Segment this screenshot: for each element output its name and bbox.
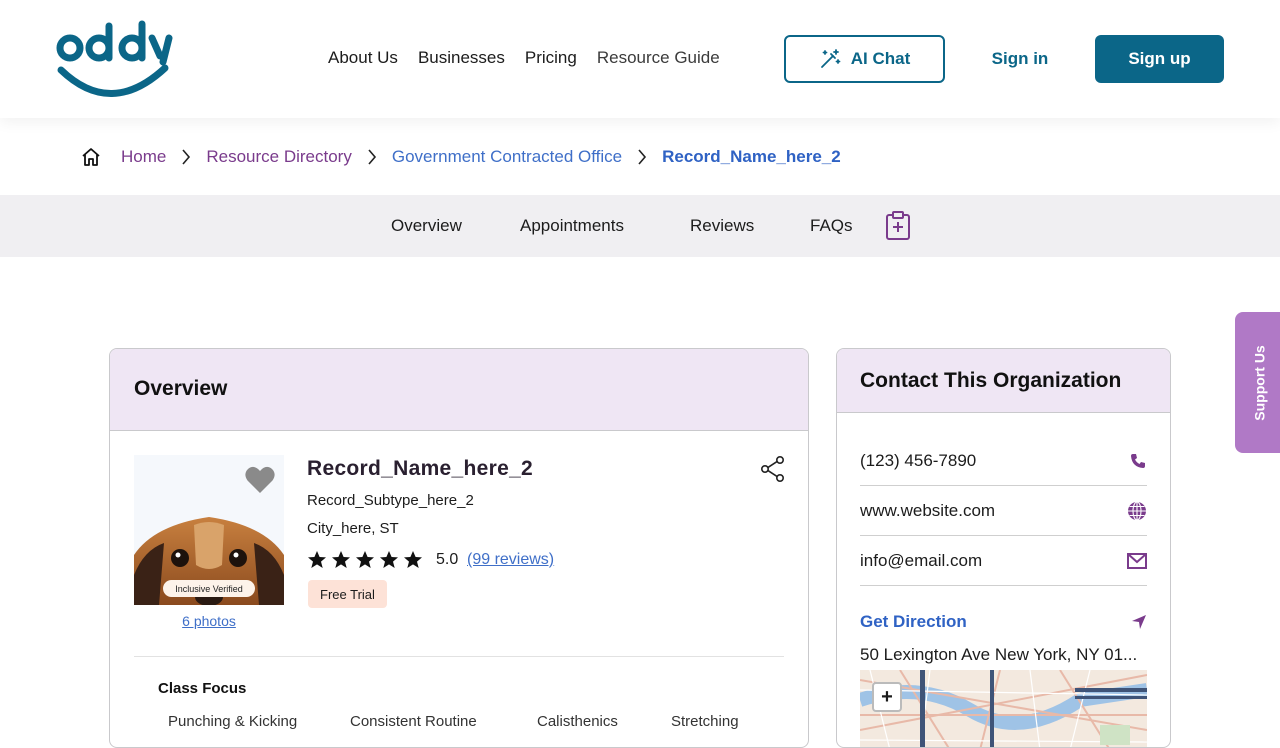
oddy-logo[interactable] <box>55 18 173 100</box>
star-icon <box>356 551 374 568</box>
reviews-link[interactable]: (99 reviews) <box>467 551 554 569</box>
contact-heading: Contact This Organization <box>837 349 1170 413</box>
globe-icon <box>1128 500 1146 521</box>
chevron-right-icon <box>622 149 662 165</box>
magic-wand-icon <box>820 49 841 68</box>
support-us-label: Support Us <box>1252 344 1269 421</box>
free-trial-badge: Free Trial <box>308 580 387 608</box>
breadcrumb-resource-directory[interactable]: Resource Directory <box>206 147 352 167</box>
star-icon <box>308 551 326 568</box>
map-zoom-in-button[interactable]: + <box>872 682 902 712</box>
tab-faqs[interactable]: FAQs <box>810 216 853 236</box>
inclusive-verified-badge: Inclusive Verified <box>163 580 255 597</box>
tab-overview[interactable]: Overview <box>391 216 462 236</box>
record-subtype: Record_Subtype_here_2 <box>307 492 474 509</box>
location-map[interactable]: + <box>860 670 1147 747</box>
nav-resource-guide[interactable]: Resource Guide <box>597 48 720 68</box>
star-icon <box>404 551 422 568</box>
map-tiles <box>860 670 1147 747</box>
contact-email-row[interactable]: info@email.com <box>860 536 1147 586</box>
mail-icon <box>1127 552 1147 569</box>
home-icon[interactable] <box>80 146 102 168</box>
clipboard-plus-icon[interactable] <box>885 211 911 241</box>
section-divider <box>134 656 784 657</box>
section-tabs: Overview Appointments Reviews FAQs <box>0 195 1280 257</box>
record-city: City_here, ST <box>307 520 399 537</box>
nav-businesses[interactable]: Businesses <box>418 48 505 68</box>
site-header: About Us Businesses Pricing Resource Gui… <box>0 0 1280 118</box>
rating-stars <box>307 550 423 570</box>
main-nav: About Us Businesses Pricing Resource Gui… <box>328 48 720 68</box>
breadcrumb-category[interactable]: Government Contracted Office <box>392 147 622 167</box>
phone-number: (123) 456-7890 <box>860 450 977 470</box>
class-focus-list: Punching & Kicking Consistent Routine Ca… <box>168 713 791 730</box>
class-focus-heading: Class Focus <box>158 680 247 697</box>
rating-value: 5.0 <box>436 551 459 568</box>
chevron-right-icon <box>352 149 392 165</box>
focus-item: Calisthenics <box>537 713 618 730</box>
navigation-arrow-icon <box>1132 615 1146 629</box>
nav-about-us[interactable]: About Us <box>328 48 398 68</box>
contact-website-row[interactable]: www.website.com <box>860 486 1147 536</box>
star-icon <box>332 551 350 568</box>
tab-reviews[interactable]: Reviews <box>690 216 754 236</box>
breadcrumb-home[interactable]: Home <box>121 147 166 167</box>
nav-pricing[interactable]: Pricing <box>525 48 577 68</box>
phone-icon <box>1131 453 1145 468</box>
address-text: 50 Lexington Ave New York, NY 01... <box>860 645 1138 664</box>
tab-appointments[interactable]: Appointments <box>520 216 624 236</box>
heart-icon[interactable] <box>244 465 276 495</box>
chevron-right-icon <box>166 149 206 165</box>
record-name: Record_Name_here_2 <box>307 457 534 480</box>
photos-link[interactable]: 6 photos <box>134 613 284 629</box>
focus-item: Consistent Routine <box>350 713 477 730</box>
contact-card: Contact This Organization (123) 456-7890… <box>836 348 1171 748</box>
ai-chat-button[interactable]: AI Chat <box>784 35 945 83</box>
support-us-tab[interactable]: Support Us <box>1235 312 1280 453</box>
focus-item: Stretching <box>671 713 739 730</box>
get-direction-label: Get Direction <box>860 612 967 631</box>
website-url: www.website.com <box>860 500 996 520</box>
get-direction-link[interactable]: Get Direction <box>860 612 1147 632</box>
share-icon[interactable] <box>760 455 786 483</box>
sign-in-button[interactable]: Sign in <box>985 35 1055 83</box>
sign-up-button[interactable]: Sign up <box>1095 35 1224 83</box>
breadcrumb-current: Record_Name_here_2 <box>662 147 841 166</box>
ai-chat-label: AI Chat <box>850 49 911 68</box>
email-address: info@email.com <box>860 550 983 570</box>
focus-item: Punching & Kicking <box>168 713 298 730</box>
breadcrumb: Home Resource Directory Government Contr… <box>80 145 841 169</box>
star-icon <box>380 551 398 568</box>
overview-heading: Overview <box>110 349 808 431</box>
overview-card: Overview Inclusive Verified 6 photos Rec… <box>109 348 809 748</box>
contact-phone-row[interactable]: (123) 456-7890 <box>860 436 1147 486</box>
